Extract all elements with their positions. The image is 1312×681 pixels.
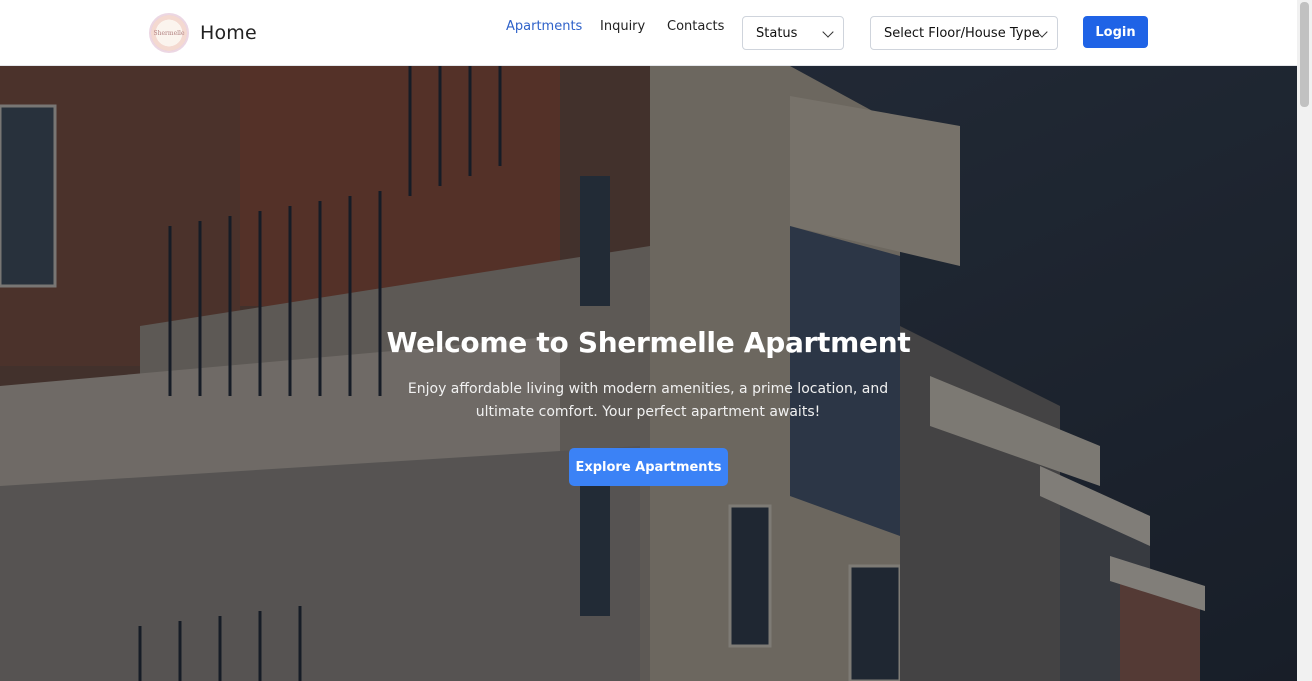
status-select[interactable]: Status (742, 16, 844, 50)
brand[interactable]: Shermelle Home (149, 13, 257, 53)
floor-type-select-value: Select Floor/House Type (884, 25, 1040, 41)
brand-logo[interactable]: Shermelle (149, 13, 189, 53)
brand-title[interactable]: Home (200, 22, 257, 44)
nav-link-contacts[interactable]: Contacts (667, 19, 724, 34)
scrollbar-thumb[interactable] (1300, 2, 1309, 107)
status-select-value: Status (756, 25, 798, 41)
nav-link-inquiry[interactable]: Inquiry (600, 19, 645, 34)
page-scrollbar[interactable] (1297, 0, 1312, 681)
explore-apartments-button[interactable]: Explore Apartments (569, 448, 728, 486)
nav-link-apartments[interactable]: Apartments (506, 19, 582, 34)
hero-overlay (0, 66, 1297, 681)
hero-section: Welcome to Shermelle Apartment Enjoy aff… (0, 66, 1297, 681)
floor-type-select[interactable]: Select Floor/House Type (870, 16, 1058, 50)
hero-title: Welcome to Shermelle Apartment (386, 326, 911, 359)
hero-subtitle: Enjoy affordable living with modern amen… (407, 381, 889, 420)
chevron-down-icon (822, 26, 834, 38)
navbar: Shermelle Home Apartments Inquiry Contac… (0, 0, 1297, 66)
logo-text: Shermelle (153, 29, 185, 37)
login-button[interactable]: Login (1083, 16, 1148, 48)
